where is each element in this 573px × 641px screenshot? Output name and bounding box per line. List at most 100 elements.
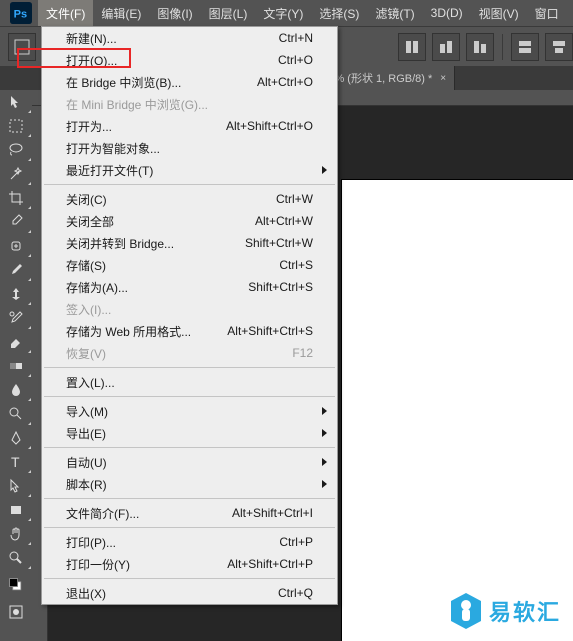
menu-item-shortcut: Alt+Shift+Ctrl+P: [227, 557, 313, 571]
menu-item-label: 在 Bridge 中浏览(B)...: [66, 74, 257, 91]
menu-item-28[interactable]: 打印一份(Y)Alt+Shift+Ctrl+P: [42, 553, 337, 575]
menu-item-10[interactable]: 关闭并转到 Bridge...Shift+Ctrl+W: [42, 232, 337, 254]
menu-type[interactable]: 文字(Y): [255, 0, 311, 26]
menu-item-0[interactable]: 新建(N)...Ctrl+N: [42, 27, 337, 49]
menu-item-15: 恢复(V)F12: [42, 342, 337, 364]
menu-item-shortcut: Ctrl+N: [279, 31, 313, 45]
menu-view[interactable]: 视图(V): [471, 0, 527, 26]
menu-edit[interactable]: 编辑(E): [93, 0, 149, 26]
menu-item-label: 打开为智能对象...: [66, 140, 313, 157]
tool-history-brush[interactable]: [0, 306, 32, 330]
tool-path-select[interactable]: [0, 474, 32, 498]
menu-window[interactable]: 窗口: [527, 0, 567, 26]
menu-item-14[interactable]: 存储为 Web 所用格式...Alt+Shift+Ctrl+S: [42, 320, 337, 342]
menu-item-shortcut: Ctrl+O: [278, 53, 313, 67]
menu-item-22[interactable]: 自动(U): [42, 451, 337, 473]
tool-preset-icon[interactable]: [8, 33, 36, 61]
align-icon-4[interactable]: [511, 33, 539, 61]
menu-item-label: 文件简介(F)...: [66, 505, 232, 522]
tool-move[interactable]: [0, 90, 32, 114]
menu-item-4[interactable]: 打开为...Alt+Shift+Ctrl+O: [42, 115, 337, 137]
menu-separator: [44, 396, 335, 397]
menu-separator: [44, 527, 335, 528]
submenu-arrow-icon: [322, 429, 327, 437]
menu-item-30[interactable]: 退出(X)Ctrl+Q: [42, 582, 337, 604]
tool-eyedropper[interactable]: [0, 210, 32, 234]
menu-separator: [44, 367, 335, 368]
menu-item-shortcut: Ctrl+W: [276, 192, 313, 206]
menu-item-label: 退出(X): [66, 585, 278, 602]
menu-item-11[interactable]: 存储(S)Ctrl+S: [42, 254, 337, 276]
tab-close-icon[interactable]: ×: [440, 73, 446, 84]
tool-type[interactable]: T: [0, 450, 32, 474]
tool-quickmask[interactable]: [0, 600, 32, 624]
tool-blur[interactable]: [0, 378, 32, 402]
menu-item-shortcut: Alt+Shift+Ctrl+I: [232, 506, 313, 520]
menu-item-20[interactable]: 导出(E): [42, 422, 337, 444]
menu-item-8[interactable]: 关闭(C)Ctrl+W: [42, 188, 337, 210]
menu-item-shortcut: Ctrl+S: [279, 258, 313, 272]
tool-eraser[interactable]: [0, 330, 32, 354]
submenu-arrow-icon: [322, 458, 327, 466]
menu-select[interactable]: 选择(S): [311, 0, 367, 26]
tool-hand[interactable]: [0, 522, 32, 546]
menu-item-label: 打印一份(Y): [66, 556, 227, 573]
ps-logo-icon: Ps: [4, 0, 38, 26]
menu-item-1[interactable]: 打开(O)...Ctrl+O: [42, 49, 337, 71]
menu-item-label: 关闭并转到 Bridge...: [66, 235, 245, 252]
tool-dodge[interactable]: [0, 402, 32, 426]
menu-item-label: 脚本(R): [66, 476, 313, 493]
align-icon-1[interactable]: [398, 33, 426, 61]
tool-brush[interactable]: [0, 258, 32, 282]
menu-item-shortcut: Alt+Ctrl+W: [255, 214, 313, 228]
menu-item-17[interactable]: 置入(L)...: [42, 371, 337, 393]
menu-item-label: 打印(P)...: [66, 534, 279, 551]
menu-layer[interactable]: 图层(L): [201, 0, 256, 26]
menu-item-shortcut: F12: [292, 346, 313, 360]
menu-item-27[interactable]: 打印(P)...Ctrl+P: [42, 531, 337, 553]
menu-item-label: 导入(M): [66, 403, 313, 420]
menu-item-label: 新建(N)...: [66, 30, 279, 47]
tool-pen[interactable]: [0, 426, 32, 450]
align-icon-2[interactable]: [432, 33, 460, 61]
watermark-text: 易软汇: [489, 595, 561, 627]
menu-item-19[interactable]: 导入(M): [42, 400, 337, 422]
tool-healing[interactable]: [0, 234, 32, 258]
align-icon-5[interactable]: [545, 33, 573, 61]
menu-file[interactable]: 文件(F): [38, 0, 93, 26]
menu-item-label: 导出(E): [66, 425, 313, 442]
menu-item-25[interactable]: 文件简介(F)...Alt+Shift+Ctrl+I: [42, 502, 337, 524]
tool-magic-wand[interactable]: [0, 162, 32, 186]
menu-item-5[interactable]: 打开为智能对象...: [42, 137, 337, 159]
menu-item-6[interactable]: 最近打开文件(T): [42, 159, 337, 181]
align-icon-3[interactable]: [466, 33, 494, 61]
menu-item-label: 关闭全部: [66, 213, 255, 230]
tool-marquee[interactable]: [0, 114, 32, 138]
menu-item-12[interactable]: 存储为(A)...Shift+Ctrl+S: [42, 276, 337, 298]
menu-item-shortcut: Ctrl+P: [279, 535, 313, 549]
tool-lasso[interactable]: [0, 138, 32, 162]
tool-rectangle[interactable]: [0, 498, 32, 522]
menu-item-label: 自动(U): [66, 454, 313, 471]
tool-clone[interactable]: [0, 282, 32, 306]
menu-item-label: 打开(O)...: [66, 52, 278, 69]
document-canvas[interactable]: [342, 180, 573, 641]
menu-3d[interactable]: 3D(D): [423, 0, 471, 26]
menu-filter[interactable]: 滤镜(T): [367, 0, 422, 26]
menu-item-label: 在 Mini Bridge 中浏览(G)...: [66, 96, 313, 113]
menu-item-shortcut: Shift+Ctrl+W: [245, 236, 313, 250]
menu-item-13: 签入(I)...: [42, 298, 337, 320]
menu-item-23[interactable]: 脚本(R): [42, 473, 337, 495]
tool-gradient[interactable]: [0, 354, 32, 378]
menu-item-shortcut: Alt+Shift+Ctrl+O: [226, 119, 313, 133]
tools-panel: T: [0, 90, 32, 624]
menu-item-9[interactable]: 关闭全部Alt+Ctrl+W: [42, 210, 337, 232]
submenu-arrow-icon: [322, 480, 327, 488]
tool-colors[interactable]: [0, 570, 32, 600]
menu-item-shortcut: Alt+Ctrl+O: [257, 75, 313, 89]
tool-zoom[interactable]: [0, 546, 32, 570]
menu-item-3: 在 Mini Bridge 中浏览(G)...: [42, 93, 337, 115]
tool-crop[interactable]: [0, 186, 32, 210]
menu-image[interactable]: 图像(I): [149, 0, 200, 26]
menu-item-2[interactable]: 在 Bridge 中浏览(B)...Alt+Ctrl+O: [42, 71, 337, 93]
